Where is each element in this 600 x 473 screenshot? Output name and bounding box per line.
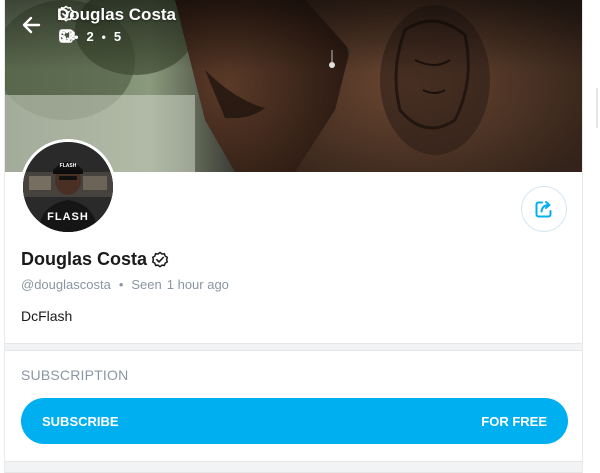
share-button[interactable]	[521, 186, 567, 232]
back-button[interactable]	[19, 12, 45, 38]
seen-label: Seen	[131, 277, 162, 292]
subscribe-label: SUBSCRIBE	[42, 413, 119, 429]
username[interactable]: @douglascosta	[21, 277, 111, 292]
meta-separator: •	[118, 277, 124, 292]
videos-count: 2	[86, 29, 94, 44]
last-seen-time: 1 hour ago	[166, 277, 229, 292]
verified-badge-icon	[151, 251, 169, 268]
stats-separator: •	[101, 29, 106, 44]
heart-icon	[59, 29, 75, 43]
avatar-photo: FLASH FLASH	[23, 142, 113, 232]
likes-count: 5	[113, 29, 122, 44]
profile-card: Douglas Costa 5 • 2 • 5 FLASH FLASH Doug…	[4, 0, 583, 473]
avatar-cap-text: FLASH	[60, 163, 77, 169]
page-background-right	[583, 0, 600, 473]
section-divider	[5, 461, 582, 473]
header-profile-name: Douglas Costa	[57, 5, 176, 25]
profile-bio: DcFlash	[21, 308, 73, 324]
arrow-left-icon	[22, 16, 41, 34]
share-icon	[535, 201, 552, 218]
avatar[interactable]: FLASH FLASH	[20, 139, 116, 235]
header-stats: 5 • 2 • 5	[59, 29, 121, 44]
subscribe-button[interactable]: SUBSCRIBE FOR FREE	[21, 398, 568, 444]
verified-badge-icon	[57, 5, 75, 22]
sidebar-edge	[596, 88, 598, 128]
videos-stat[interactable]: 2	[59, 29, 94, 44]
section-divider	[5, 343, 582, 351]
profile-name-text: Douglas Costa	[21, 249, 148, 269]
avatar-shirt-text: FLASH	[47, 211, 89, 223]
subscription-heading: SUBSCRIPTION	[21, 367, 129, 383]
likes-stat[interactable]: 5	[59, 29, 122, 44]
profile-name: Douglas Costa	[21, 249, 169, 270]
subscribe-price: FOR FREE	[481, 413, 547, 429]
profile-meta: @douglascosta • Seen 1 hour ago	[21, 277, 229, 292]
